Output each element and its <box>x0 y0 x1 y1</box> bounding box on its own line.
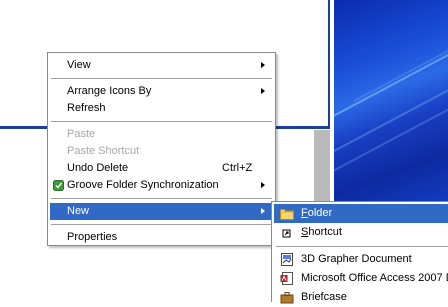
menu-item-refresh-label: Refresh <box>67 102 106 114</box>
submenu-arrow-icon <box>261 208 265 214</box>
desktop-wallpaper <box>334 0 448 202</box>
shortcut-icon <box>282 229 291 238</box>
submenu-item-3d-grapher-label: 3D Grapher Document <box>301 253 412 265</box>
submenu-separator <box>276 246 448 247</box>
menu-item-paste: Paste <box>50 126 273 143</box>
label-rest: hortcut <box>308 226 342 238</box>
menu-item-groove-sync-label: Groove Folder Synchronization <box>67 179 219 191</box>
menu-item-properties[interactable]: Properties <box>50 229 273 246</box>
submenu-arrow-icon <box>261 62 265 68</box>
menu-item-groove-sync[interactable]: Groove Folder Synchronization <box>50 177 273 194</box>
label-rest: older <box>307 207 333 219</box>
menu-separator <box>51 78 272 79</box>
grapher-icon <box>281 253 293 266</box>
submenu-item-briefcase-label: Briefcase <box>301 291 347 303</box>
menu-item-new-label: New <box>67 205 90 217</box>
groove-sync-icon <box>53 180 64 191</box>
menu-separator <box>51 198 272 199</box>
menu-item-undo-delete[interactable]: Undo Delete Ctrl+Z <box>50 160 273 177</box>
menu-separator <box>51 121 272 122</box>
menu-separator <box>51 224 272 225</box>
submenu-item-shortcut[interactable]: Shortcut <box>274 223 448 242</box>
submenu-item-folder-label: Folder <box>301 204 332 223</box>
access-icon <box>280 272 293 285</box>
menu-item-paste-label: Paste <box>67 128 96 140</box>
submenu-item-access-db-label: Microsoft Office Access 2007 D <box>301 272 448 284</box>
menu-item-properties-label: Properties <box>67 231 118 243</box>
submenu-item-briefcase[interactable]: Briefcase <box>274 288 448 307</box>
submenu-item-access-db[interactable]: Microsoft Office Access 2007 D <box>274 269 448 288</box>
briefcase-icon <box>280 292 294 304</box>
submenu-item-shortcut-label: Shortcut <box>301 223 342 242</box>
menu-item-arrange-icons-by[interactable]: Arrange Icons By <box>50 83 273 100</box>
new-submenu: Folder Shortcut 3D Grapher Document Micr… <box>271 201 448 304</box>
menu-item-new[interactable]: New <box>50 203 273 220</box>
menu-item-refresh[interactable]: Refresh <box>50 100 273 117</box>
submenu-item-3d-grapher[interactable]: 3D Grapher Document <box>274 250 448 269</box>
submenu-item-folder[interactable]: Folder <box>274 204 448 223</box>
submenu-arrow-icon <box>261 88 265 94</box>
accelerator-key: F <box>301 207 308 219</box>
menu-item-arrange-label: Arrange Icons By <box>67 85 152 97</box>
desktop-context-menu: View Arrange Icons By Refresh Paste Past… <box>47 52 276 246</box>
submenu-arrow-icon <box>261 182 265 188</box>
menu-item-undo-delete-label: Undo Delete <box>67 162 129 174</box>
menu-item-view-label: View <box>67 59 91 71</box>
menu-item-paste-shortcut: Paste Shortcut <box>50 143 273 160</box>
menu-item-paste-shortcut-label: Paste Shortcut <box>67 145 140 157</box>
menu-item-undo-shortcut: Ctrl+Z <box>222 162 253 174</box>
menu-item-view[interactable]: View <box>50 57 273 74</box>
folder-icon <box>280 209 294 220</box>
